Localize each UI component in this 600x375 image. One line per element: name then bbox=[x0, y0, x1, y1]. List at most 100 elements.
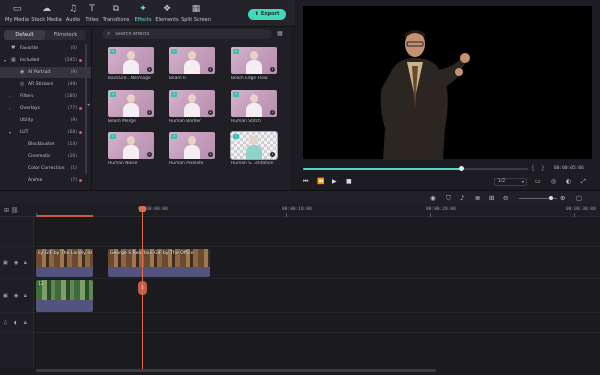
timeline-toolbar: ◉ ⛉ ♪ ≣ ⊞ ⊖ ⊕ ▢ bbox=[0, 190, 600, 204]
microphone-icon[interactable]: ♪ bbox=[460, 194, 464, 202]
zoom-out-icon[interactable]: ⊖ bbox=[503, 194, 508, 202]
preview-panel: { } 00:00:05:06 ⏮ ⏪ ▶ ■ 1/2 ▾ ▭ ◎ ◐ ⤢ bbox=[295, 0, 600, 190]
preview-quality-select[interactable]: 1/2 ▾ bbox=[494, 178, 527, 186]
step-back-icon[interactable]: ⏮ bbox=[303, 178, 308, 186]
timeline-horizontal-scrollbar[interactable] bbox=[36, 369, 436, 372]
category-filters[interactable]: › Filters (180) bbox=[0, 91, 91, 102]
render-preview-icon[interactable]: ▭ bbox=[535, 178, 541, 185]
audio-track-icon: ♫ bbox=[3, 320, 8, 326]
search-input[interactable] bbox=[115, 30, 265, 38]
tab-default[interactable]: Default bbox=[4, 30, 45, 40]
category-scrollbar[interactable] bbox=[85, 44, 87, 174]
category-included[interactable]: ▾ ▦ Included (595) bbox=[0, 55, 91, 66]
snapshot-icon[interactable]: ◎ bbox=[551, 178, 556, 185]
fit-timeline-icon[interactable]: ▢ bbox=[576, 194, 582, 202]
category-utility[interactable]: Utility (9) bbox=[0, 115, 91, 126]
render-icon[interactable]: ◉ bbox=[430, 194, 436, 202]
effect-tile[interactable]: ⌾ ↓ Beam II bbox=[169, 47, 215, 83]
person-silhouette bbox=[122, 51, 140, 74]
category-lut[interactable]: ▾ LUT (68) bbox=[0, 127, 91, 138]
new-dot bbox=[79, 131, 82, 134]
track-header bbox=[0, 333, 34, 367]
video-clip[interactable]: George S Reaction GIF by The Office bbox=[108, 249, 210, 277]
tool-split-screen[interactable]: ▦ Split Screen bbox=[180, 2, 212, 26]
volume-icon[interactable]: ◐ bbox=[566, 178, 571, 185]
heart-icon: ♥ bbox=[11, 45, 16, 51]
effect-tile-selected[interactable]: ⌾ ↓ Human S...entation bbox=[230, 131, 278, 168]
category-anime[interactable]: Anime (7) bbox=[0, 175, 91, 186]
mark-in-icon[interactable]: { bbox=[531, 165, 535, 172]
tool-transitions[interactable]: ⧉ Transitions bbox=[101, 2, 131, 26]
category-ai-portrait[interactable]: ◉ AI Portrait (9) bbox=[0, 67, 91, 78]
lock-icon[interactable]: 🔒︎ bbox=[24, 320, 27, 326]
category-cinematic[interactable]: Cinematic (26) bbox=[0, 151, 91, 162]
video-preview[interactable] bbox=[303, 6, 592, 160]
stop-icon[interactable]: ■ bbox=[346, 178, 352, 185]
person-silhouette bbox=[122, 94, 140, 117]
library-tab-switch: Default Filmstock bbox=[4, 30, 86, 40]
category-color-correction[interactable]: Color Correction (1) bbox=[0, 163, 91, 174]
track-row-video-2: ▣ ◉ 🔒︎ lly GIF by The Lonely Isl George … bbox=[0, 247, 600, 279]
ai-badge-icon: ⌾ bbox=[171, 92, 177, 97]
clip-title: lly GIF by The Lonely Isl bbox=[38, 251, 93, 256]
sticker-icon: ◎ bbox=[20, 81, 25, 87]
progress-knob[interactable] bbox=[458, 166, 464, 171]
play-icon[interactable]: ▶ bbox=[332, 178, 337, 185]
tool-effects[interactable]: ✦ Effects bbox=[132, 2, 154, 28]
fullscreen-icon[interactable]: ⤢ bbox=[581, 178, 586, 186]
effect-tile[interactable]: ⌾ ↓ Human Pixelate bbox=[169, 132, 215, 168]
person-silhouette bbox=[245, 51, 263, 74]
effect-tile[interactable]: ⌾ ↓ Beam Edge Flow bbox=[231, 47, 277, 83]
tool-my-media[interactable]: ▭ My Media bbox=[4, 2, 30, 26]
playback-progress-bar[interactable] bbox=[303, 166, 528, 171]
tool-stock-media[interactable]: ☁ Stock Media bbox=[31, 2, 62, 26]
zoom-slider-knob[interactable] bbox=[549, 196, 553, 200]
audio-mixer-icon[interactable]: ≣ bbox=[475, 194, 480, 202]
lock-icon[interactable]: 🔒︎ bbox=[24, 293, 27, 299]
download-icon: ↓ bbox=[270, 152, 275, 157]
effect-thumbnail: ⌾ ↓ bbox=[108, 90, 154, 117]
tool-elements[interactable]: ❖ Elements bbox=[155, 2, 179, 26]
download-icon: ↓ bbox=[270, 67, 275, 72]
zoom-in-icon[interactable]: ⊕ bbox=[560, 194, 565, 202]
tool-audio[interactable]: ♫ Audio bbox=[63, 2, 83, 26]
video-clip[interactable]: lly GIF by The Lonely Isl bbox=[36, 249, 93, 277]
add-track-icon[interactable]: ⊞ ⛓ bbox=[4, 207, 19, 214]
person-silhouette bbox=[245, 136, 263, 159]
category-blockbuster[interactable]: Blockbuster (14) bbox=[0, 139, 91, 150]
eye-icon[interactable]: ◉ bbox=[14, 260, 18, 266]
ai-badge-icon: ⌾ bbox=[171, 134, 177, 139]
download-icon: ↓ bbox=[147, 110, 152, 115]
speaker-icon[interactable]: ◖ bbox=[14, 320, 17, 326]
search-icon: ⌕ bbox=[107, 30, 111, 37]
snap-icon[interactable]: ⊞ bbox=[489, 194, 494, 202]
category-ar-stickers[interactable]: ◎ AR Stickers (49) bbox=[0, 79, 91, 90]
person-silhouette bbox=[245, 94, 263, 117]
tool-titles[interactable]: T Titles bbox=[84, 2, 100, 26]
prev-frame-icon[interactable]: ⏪ bbox=[317, 178, 324, 185]
effect-tile[interactable]: ⌾ ↓ Human Border bbox=[169, 90, 215, 126]
chevron-right-icon: › bbox=[9, 106, 11, 111]
export-button[interactable]: ⬆ Export bbox=[248, 9, 286, 20]
person-silhouette bbox=[122, 136, 140, 159]
category-favorite[interactable]: ♥ Favorite (0) bbox=[0, 43, 91, 54]
collapse-panel-icon[interactable]: ◂ bbox=[87, 102, 90, 108]
mark-out-icon[interactable]: } bbox=[541, 165, 545, 172]
shield-icon[interactable]: ⛉ bbox=[446, 194, 451, 203]
new-dot bbox=[79, 107, 82, 110]
category-overlays[interactable]: › Overlays (77) bbox=[0, 103, 91, 114]
video-clip[interactable]: 12 bbox=[36, 280, 93, 312]
effect-tile[interactable]: ⌾ ↓ Human Noise bbox=[108, 132, 154, 168]
effect-tile[interactable]: ⌾ ↓ Beam Merge bbox=[108, 90, 154, 126]
effect-tile[interactable]: ⌾ ↓ Human Stitch bbox=[231, 90, 277, 126]
effect-tile[interactable]: ⌾ ↓ BackGro...Nermage bbox=[108, 47, 154, 83]
current-timecode: 00:00:05:06 bbox=[554, 166, 584, 171]
tab-filmstock[interactable]: Filmstock bbox=[45, 30, 86, 40]
track-row-empty bbox=[0, 217, 600, 247]
eye-icon[interactable]: ◉ bbox=[14, 293, 18, 299]
view-grid-icon[interactable]: ▦ bbox=[277, 30, 283, 37]
clip-audio-bar bbox=[36, 267, 93, 277]
ai-badge-icon: ⌾ bbox=[233, 92, 239, 97]
playhead-cut-marker[interactable]: ⇕ bbox=[138, 281, 147, 295]
lock-icon[interactable]: 🔒︎ bbox=[24, 260, 27, 266]
